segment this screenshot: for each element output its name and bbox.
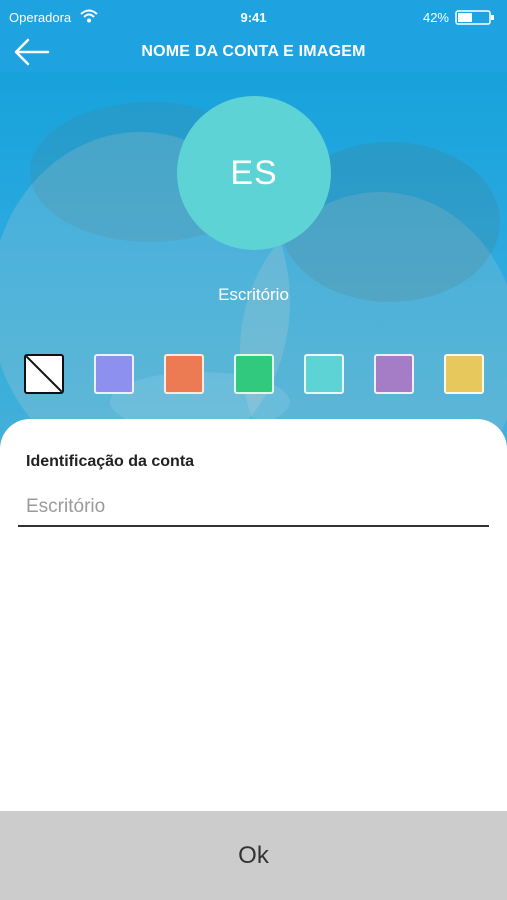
battery-icon	[455, 10, 494, 25]
ok-button[interactable]: Ok	[0, 811, 507, 900]
status-bar: Operadora 9:41 42%	[0, 0, 507, 34]
color-swatch-green[interactable]	[234, 354, 274, 394]
color-swatch-blue-violet[interactable]	[94, 354, 134, 394]
navigation-bar: NOME DA CONTA E IMAGEM	[0, 34, 507, 72]
account-id-label: Identificação da conta	[26, 453, 195, 470]
account-form-card: Identificação da conta	[0, 419, 507, 811]
page-title: NOME DA CONTA E IMAGEM	[141, 43, 366, 60]
color-swatch-yellow[interactable]	[444, 354, 484, 394]
background-photo-area: ES Escritório	[0, 72, 507, 452]
account-id-input[interactable]	[18, 489, 489, 527]
battery-percent: 42%	[422, 10, 449, 25]
color-swatch-purple[interactable]	[374, 354, 414, 394]
color-swatch-cyan[interactable]	[304, 354, 344, 394]
color-swatch-none[interactable]	[24, 354, 64, 394]
account-avatar[interactable]: ES	[177, 96, 331, 250]
account-name: Escritório	[218, 285, 289, 304]
no-color-icon	[26, 356, 62, 392]
color-swatch-orange[interactable]	[164, 354, 204, 394]
